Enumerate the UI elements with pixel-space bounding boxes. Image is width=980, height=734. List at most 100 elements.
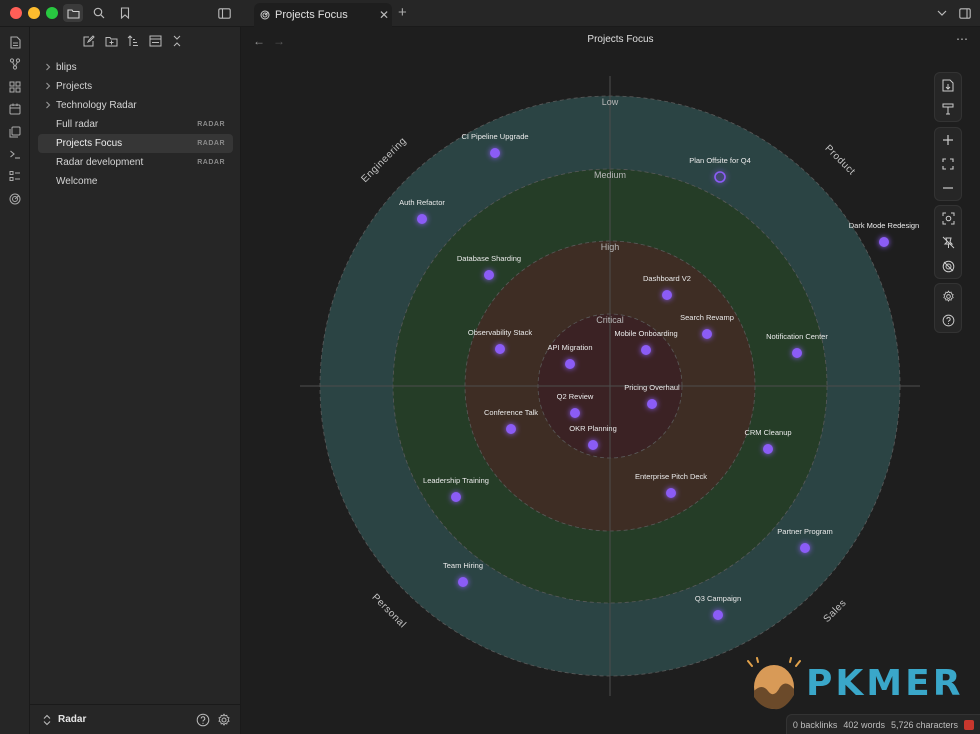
search-icon[interactable] <box>89 4 109 22</box>
tab-projects-focus[interactable]: Projects Focus ✕ <box>254 3 392 27</box>
blip-label: CI Pipeline Upgrade <box>461 132 528 141</box>
blip-marker[interactable] <box>458 577 468 587</box>
tree-item-blips[interactable]: blips <box>38 58 233 77</box>
collapse-all-icon[interactable] <box>170 34 184 48</box>
export-image-icon[interactable] <box>937 74 959 96</box>
settings-gear-icon[interactable] <box>937 285 959 307</box>
settings-gear-icon[interactable] <box>217 713 231 727</box>
command-palette-icon[interactable] <box>7 146 23 162</box>
tab-list-chevron-icon[interactable] <box>932 4 952 22</box>
templates-icon[interactable] <box>7 124 23 140</box>
zoom-in-icon[interactable] <box>937 129 959 151</box>
vault-name[interactable]: Radar <box>58 714 86 725</box>
tree-item-welcome[interactable]: Welcome <box>38 172 233 191</box>
blip-label: Auth Refactor <box>399 198 445 207</box>
blip-marker[interactable] <box>506 424 516 434</box>
focus-target-icon[interactable] <box>937 207 959 229</box>
blip-marker[interactable] <box>879 237 889 247</box>
tree-item-label: blips <box>56 62 77 73</box>
text-style-icon[interactable] <box>937 98 959 120</box>
toggle-right-sidebar-icon[interactable] <box>955 4 975 22</box>
blip-marker[interactable] <box>417 214 427 224</box>
zoom-controls <box>934 127 962 201</box>
file-explorer-icon[interactable] <box>63 4 83 22</box>
fit-to-view-icon[interactable] <box>937 153 959 175</box>
blip-marker[interactable] <box>490 148 500 158</box>
vault-switcher-icon[interactable] <box>42 714 52 726</box>
blip-marker[interactable] <box>713 610 723 620</box>
tree-item-projects[interactable]: Projects <box>38 77 233 96</box>
pkmer-logo <box>747 657 801 710</box>
word-count: 402 words <box>843 719 885 730</box>
blip-label: Conference Talk <box>484 408 538 417</box>
blip-marker[interactable] <box>792 348 802 358</box>
auto-reveal-icon[interactable] <box>148 34 162 48</box>
blip-marker[interactable] <box>484 270 494 280</box>
tree-item-projects-focus[interactable]: Projects Focus RADAR <box>38 134 233 153</box>
help-icon[interactable] <box>196 713 210 727</box>
file-explorer: blips Projects Technology Radar Full rad… <box>30 27 241 734</box>
status-bar: 0 backlinks 402 words 5,726 characters <box>785 714 980 734</box>
chevron-right-icon <box>46 101 51 109</box>
canvas-icon[interactable] <box>7 79 23 95</box>
file-tree: blips Projects Technology Radar Full rad… <box>38 58 233 191</box>
export-controls <box>934 72 962 122</box>
blip-marker[interactable] <box>666 488 676 498</box>
ring-label-medium: Medium <box>594 170 626 180</box>
blip-marker[interactable] <box>641 345 651 355</box>
quadrant-label-personal: Personal <box>370 592 409 631</box>
watermark-text: PKMER <box>806 663 964 704</box>
sort-order-icon[interactable] <box>126 34 140 48</box>
tree-item-full-radar[interactable]: Full radar RADAR <box>38 115 233 134</box>
toggle-sidebar-icon[interactable] <box>214 4 234 22</box>
zoom-out-icon[interactable] <box>937 177 959 199</box>
tree-item-radar-development[interactable]: Radar development RADAR <box>38 153 233 172</box>
backlinks-count[interactable]: 0 backlinks <box>793 720 838 730</box>
ring-label-low: Low <box>602 97 619 107</box>
bookmark-icon[interactable] <box>115 4 135 22</box>
blip-label: Search Revamp <box>680 313 734 322</box>
radar-icon[interactable] <box>7 191 23 207</box>
tasks-list-icon[interactable] <box>7 168 23 184</box>
blip-marker[interactable] <box>662 290 672 300</box>
blip-label: Mobile Onboarding <box>614 329 677 338</box>
blip-label: API Migration <box>547 343 592 352</box>
radar-chart: Low Medium High Critical Engineering Product S… <box>300 76 920 696</box>
close-window-button[interactable] <box>10 7 22 19</box>
new-tab-icon[interactable]: + <box>398 4 407 21</box>
quadrant-label-product: Product <box>822 143 857 178</box>
blip-marker[interactable] <box>800 543 810 553</box>
maximize-window-button[interactable] <box>46 7 58 19</box>
new-note-icon[interactable] <box>82 34 96 48</box>
calendar-icon[interactable] <box>7 101 23 117</box>
new-folder-icon[interactable] <box>104 34 118 48</box>
blip-marker[interactable] <box>763 444 773 454</box>
blip-label: CRM Cleanup <box>744 428 791 437</box>
character-count: 5,726 characters <box>890 719 958 730</box>
blip-marker[interactable] <box>495 344 505 354</box>
blip-label: OKR Planning <box>569 424 617 433</box>
minimize-window-button[interactable] <box>28 7 40 19</box>
tree-item-technology-radar[interactable]: Technology Radar <box>38 96 233 115</box>
blip-marker[interactable] <box>570 408 580 418</box>
open-today-icon[interactable] <box>7 34 23 50</box>
blip-marker[interactable] <box>451 492 461 502</box>
blip-label: Pricing Overhaul <box>624 383 680 392</box>
blip-marker[interactable] <box>702 329 712 339</box>
unpin-icon[interactable] <box>937 231 959 253</box>
help-icon[interactable] <box>937 309 959 331</box>
quadrant-label-sales: Sales <box>822 598 849 625</box>
blip-marker[interactable] <box>647 399 657 409</box>
blip-marker[interactable] <box>588 440 598 450</box>
settings-controls <box>934 283 962 333</box>
close-tab-icon[interactable]: ✕ <box>376 8 392 22</box>
sync-status-icon[interactable] <box>964 719 974 730</box>
hide-labels-icon[interactable] <box>937 255 959 277</box>
ribbon <box>0 27 30 734</box>
tree-item-label: Technology Radar <box>56 100 137 111</box>
graph-view-icon[interactable] <box>7 56 23 72</box>
blip-marker[interactable] <box>565 359 575 369</box>
chevron-right-icon <box>46 63 51 71</box>
radar-icon <box>260 10 270 20</box>
tree-item-label: Projects <box>56 81 93 92</box>
